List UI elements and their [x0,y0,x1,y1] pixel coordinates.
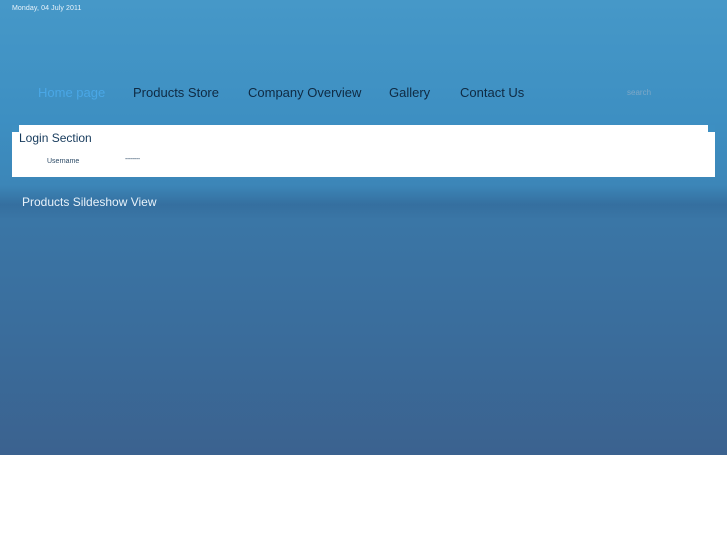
search-input[interactable] [627,86,697,98]
nav-item-products-store[interactable]: Products Store [133,85,219,100]
panel-corner-right [708,125,715,132]
panel-corner-left [12,125,19,132]
nav-item-company-overview[interactable]: Company Overview [248,85,361,100]
slideshow-title: Products Sildeshow View [22,195,157,209]
current-date: Monday, 04 July 2011 [12,5,82,12]
nav-item-contact-us[interactable]: Contact Us [460,85,524,100]
main-navigation: Home page Products Store Company Overvie… [0,85,727,101]
username-label: Username [47,158,80,165]
header-banner: Monday, 04 July 2011 Home page Products … [0,0,727,455]
nav-item-home[interactable]: Home page [38,85,105,100]
password-field[interactable]: -------- [125,156,140,163]
nav-item-gallery[interactable]: Gallery [389,85,430,100]
login-section-title: Login Section [19,131,92,145]
login-section: Login Section Username -------- [12,125,715,177]
